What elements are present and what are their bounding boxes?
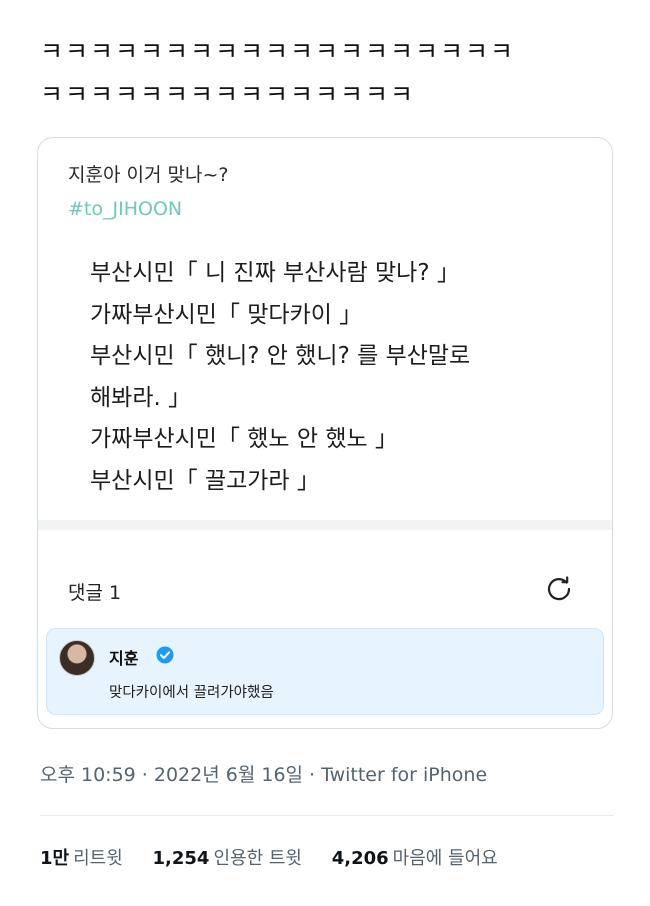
tweet-page: ㅋㅋㅋㅋㅋㅋㅋㅋㅋㅋㅋㅋㅋㅋㅋㅋㅋㅋㅋ ㅋㅋㅋㅋㅋㅋㅋㅋㅋㅋㅋㅋㅋㅋㅋ 지훈아 … bbox=[0, 0, 650, 906]
retweets-count: 1만 bbox=[40, 848, 70, 869]
card-divider bbox=[38, 520, 612, 530]
tweet-text-line: ㅋㅋㅋㅋㅋㅋㅋㅋㅋㅋㅋㅋㅋㅋㅋㅋㅋㅋㅋ bbox=[40, 37, 516, 66]
stats-divider bbox=[40, 815, 614, 816]
likes-stat[interactable]: 4,206 마음에 들어요 bbox=[332, 844, 498, 870]
tweet-meta: 오후 10:59 · 2022년 6월 16일 · Twitter for iP… bbox=[40, 764, 488, 786]
tweet-stats: 1만 리트윗 1,254 인용한 트윗 4,206 마음에 들어요 bbox=[40, 844, 522, 870]
quotes-count: 1,254 bbox=[152, 848, 210, 869]
card-body-line: 부산시민「 했니? 안 했니? 를 부산말로 bbox=[90, 343, 471, 369]
likes-count: 4,206 bbox=[331, 848, 389, 869]
refresh-icon[interactable] bbox=[544, 574, 574, 604]
embedded-card[interactable]: 지훈아 이거 맞나~? #to_JIHOON 부산시민「 니 진짜 부산사람 맞… bbox=[37, 137, 613, 729]
card-body-line: 부산시민「 니 진짜 부산사람 맞나? 」 bbox=[90, 260, 460, 286]
reply-text: 맞다카이에서 끌려가야했음 bbox=[109, 685, 274, 701]
tweet-text: ㅋㅋㅋㅋㅋㅋㅋㅋㅋㅋㅋㅋㅋㅋㅋㅋㅋㅋㅋ ㅋㅋㅋㅋㅋㅋㅋㅋㅋㅋㅋㅋㅋㅋㅋ bbox=[40, 30, 620, 116]
card-body: 부산시민「 니 진짜 부산사람 맞나? 」 가짜부산시민「 맞다카이 」 부산시… bbox=[90, 253, 600, 502]
card-body-line: 가짜부산시민「 했노 안 했노 」 bbox=[90, 426, 399, 452]
quotes-label: 인용한 트윗 bbox=[213, 848, 302, 869]
card-body-line: 부산시민「 끌고가라 」 bbox=[90, 467, 320, 494]
card-question: 지훈아 이거 맞나~? bbox=[68, 164, 229, 186]
quotes-stat[interactable]: 1,254 인용한 트윗 bbox=[153, 844, 302, 870]
tweet-text-line: ㅋㅋㅋㅋㅋㅋㅋㅋㅋㅋㅋㅋㅋㅋㅋ bbox=[40, 80, 416, 109]
reply-author-name[interactable]: 지훈 bbox=[109, 645, 138, 669]
card-body-line: 해봐라. 」 bbox=[90, 384, 192, 411]
retweets-stat[interactable]: 1만 리트윗 bbox=[40, 844, 123, 870]
avatar[interactable] bbox=[59, 640, 95, 676]
retweets-label: 리트윗 bbox=[73, 848, 123, 869]
card-hashtag[interactable]: #to_JIHOON bbox=[68, 198, 182, 220]
likes-label: 마음에 들어요 bbox=[392, 848, 498, 869]
comments-label: 댓글 1 bbox=[68, 582, 122, 604]
card-body-line: 가짜부산시민「 맞다카이 」 bbox=[90, 301, 363, 328]
reply-item[interactable]: 지훈 맞다카이에서 끌려가야했음 bbox=[46, 628, 604, 715]
verified-icon bbox=[156, 646, 174, 664]
